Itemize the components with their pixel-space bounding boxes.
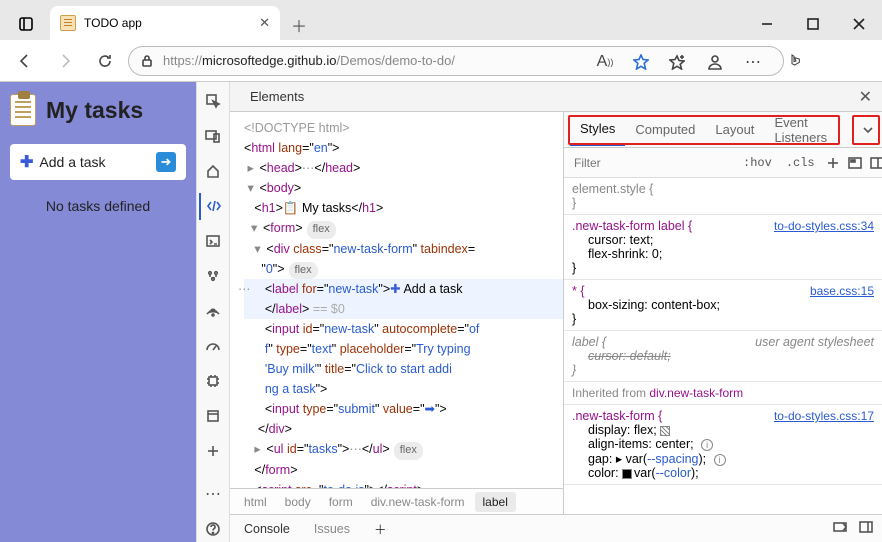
reader-mode-button[interactable]: A)): [588, 46, 622, 78]
inspect-icon[interactable]: [199, 88, 227, 115]
uas-label: user agent stylesheet: [755, 335, 874, 349]
crumb-label[interactable]: label: [475, 492, 516, 512]
info-icon[interactable]: i: [714, 454, 726, 466]
tree-doctype[interactable]: <!DOCTYPE html>: [244, 118, 563, 138]
site-info-icon[interactable]: [139, 53, 155, 69]
application-icon[interactable]: [199, 402, 227, 429]
drawer-dock-icon[interactable]: [858, 519, 874, 538]
crumb-div[interactable]: div.new-task-form: [363, 492, 473, 512]
tree-form[interactable]: ▾<form>flex: [244, 218, 563, 239]
favorite-button[interactable]: [624, 46, 658, 78]
help-icon[interactable]: [199, 515, 227, 542]
tree-input-text[interactable]: <input id="new-task" autocomplete="of: [244, 319, 563, 339]
info-icon[interactable]: i: [701, 439, 713, 451]
menu-button[interactable]: ⋯: [736, 46, 770, 78]
cls-toggle[interactable]: .cls: [782, 154, 819, 172]
performance-icon[interactable]: [199, 332, 227, 359]
dom-tree[interactable]: <!DOCTYPE html> <html lang="en"> ▸<head>…: [230, 112, 563, 488]
tab-actions-button[interactable]: [8, 8, 44, 40]
new-rule-button[interactable]: [825, 152, 841, 174]
drawer-tool-icon[interactable]: [832, 519, 848, 538]
source-link[interactable]: base.css:15: [810, 284, 874, 298]
highlight-box-more: [852, 115, 880, 145]
elements-icon[interactable]: [199, 193, 227, 220]
highlight-box: [568, 115, 840, 145]
window-close-button[interactable]: [836, 8, 882, 40]
tree-head[interactable]: ▸<head>⋯</head>: [244, 158, 563, 178]
tree-input-submit[interactable]: <input type="submit" value="➡">: [244, 399, 563, 419]
tree-div[interactable]: ▾<div class="new-task-form" tabindex=: [244, 239, 563, 259]
tab-close-button[interactable]: ✕: [259, 15, 270, 31]
welcome-icon[interactable]: [199, 158, 227, 185]
tree-body[interactable]: ▾<body>: [244, 178, 563, 198]
rule-element-style[interactable]: element.style { }: [564, 178, 882, 215]
add-task-card[interactable]: ✚ Add a task ➜: [10, 144, 186, 180]
devtools-drawer: Console Issues ＋: [230, 514, 882, 542]
window-minimize-button[interactable]: [744, 8, 790, 40]
breadcrumb[interactable]: html body form div.new-task-form label: [230, 488, 563, 514]
refresh-button[interactable]: [88, 45, 122, 77]
elements-tab[interactable]: Elements: [240, 83, 314, 110]
sources-icon[interactable]: [199, 263, 227, 290]
crumb-form[interactable]: form: [321, 492, 361, 512]
styles-filter-input[interactable]: [570, 152, 733, 174]
drawer-add-tab[interactable]: ＋: [368, 515, 393, 542]
source-link[interactable]: to-do-styles.css:17: [774, 409, 874, 423]
empty-state-text: No tasks defined: [10, 198, 186, 214]
plus-icon: ✚: [20, 152, 33, 172]
rule-new-task-form[interactable]: to-do-styles.css:17 .new-task-form { dis…: [564, 405, 882, 485]
tree-html[interactable]: <html lang="en">: [244, 138, 563, 158]
rule-label-uas[interactable]: user agent stylesheet label { cursor: de…: [564, 331, 882, 382]
more-tools-icon[interactable]: [199, 437, 227, 464]
hov-toggle[interactable]: :hov: [739, 154, 776, 172]
ellipsis-icon[interactable]: ⋯: [238, 279, 252, 299]
devtools-close-button[interactable]: ✕: [859, 87, 872, 107]
window-maximize-button[interactable]: [790, 8, 836, 40]
url-text: https://microsoftedge.github.io/Demos/de…: [163, 53, 455, 68]
collections-button[interactable]: [660, 46, 694, 78]
color-swatch-icon[interactable]: [622, 469, 632, 479]
tree-script[interactable]: <script src="to-do.js"></script>: [244, 480, 563, 488]
computed-sidebar-button[interactable]: [847, 152, 863, 174]
rule-universal[interactable]: base.css:15 * { box-sizing: content-box;…: [564, 280, 882, 331]
drawer-issues-tab[interactable]: Issues: [308, 518, 356, 540]
browser-tab[interactable]: TODO app ✕: [50, 6, 280, 40]
crumb-html[interactable]: html: [236, 492, 275, 512]
tab-title: TODO app: [84, 16, 251, 30]
add-task-label: Add a task: [39, 154, 105, 170]
network-icon[interactable]: [199, 298, 227, 325]
back-button[interactable]: [8, 45, 42, 77]
flex-editor-icon[interactable]: [660, 426, 670, 436]
profile-button[interactable]: [698, 46, 732, 78]
tree-ul[interactable]: ▸<ul id="tasks">⋯</ul>flex: [244, 439, 563, 460]
rule-new-task-form-label[interactable]: to-do-styles.css:34 .new-task-form label…: [564, 215, 882, 280]
more-icon[interactable]: ⋯: [199, 480, 227, 507]
app-title: My tasks: [10, 94, 186, 126]
device-toolbar-icon[interactable]: [199, 123, 227, 150]
source-link[interactable]: to-do-styles.css:34: [774, 219, 874, 233]
new-tab-button[interactable]: ＋: [284, 10, 314, 40]
memory-icon[interactable]: [199, 367, 227, 394]
devtools-activity-bar: ⋯: [196, 82, 230, 542]
inherited-from: Inherited from div.new-task-form: [564, 382, 882, 405]
tree-label-selected[interactable]: ⋯ <label for="new-task">✚ Add a task: [244, 279, 563, 299]
styles-rules[interactable]: element.style { } to-do-styles.css:34 .n…: [564, 178, 882, 514]
tree-h1[interactable]: <h1>📋 My tasks</h1>: [244, 198, 563, 218]
crumb-body[interactable]: body: [277, 492, 319, 512]
page-favicon-icon: [60, 15, 76, 31]
submit-arrow-icon[interactable]: ➜: [156, 152, 176, 172]
bing-chat-button[interactable]: [778, 43, 814, 79]
todo-app-panel: My tasks ✚ Add a task ➜ No tasks defined: [0, 82, 196, 542]
console-icon[interactable]: [199, 228, 227, 255]
clipboard-icon: [10, 94, 36, 126]
rendering-button[interactable]: [869, 152, 882, 174]
drawer-console-tab[interactable]: Console: [238, 518, 296, 540]
forward-button: [48, 45, 82, 77]
